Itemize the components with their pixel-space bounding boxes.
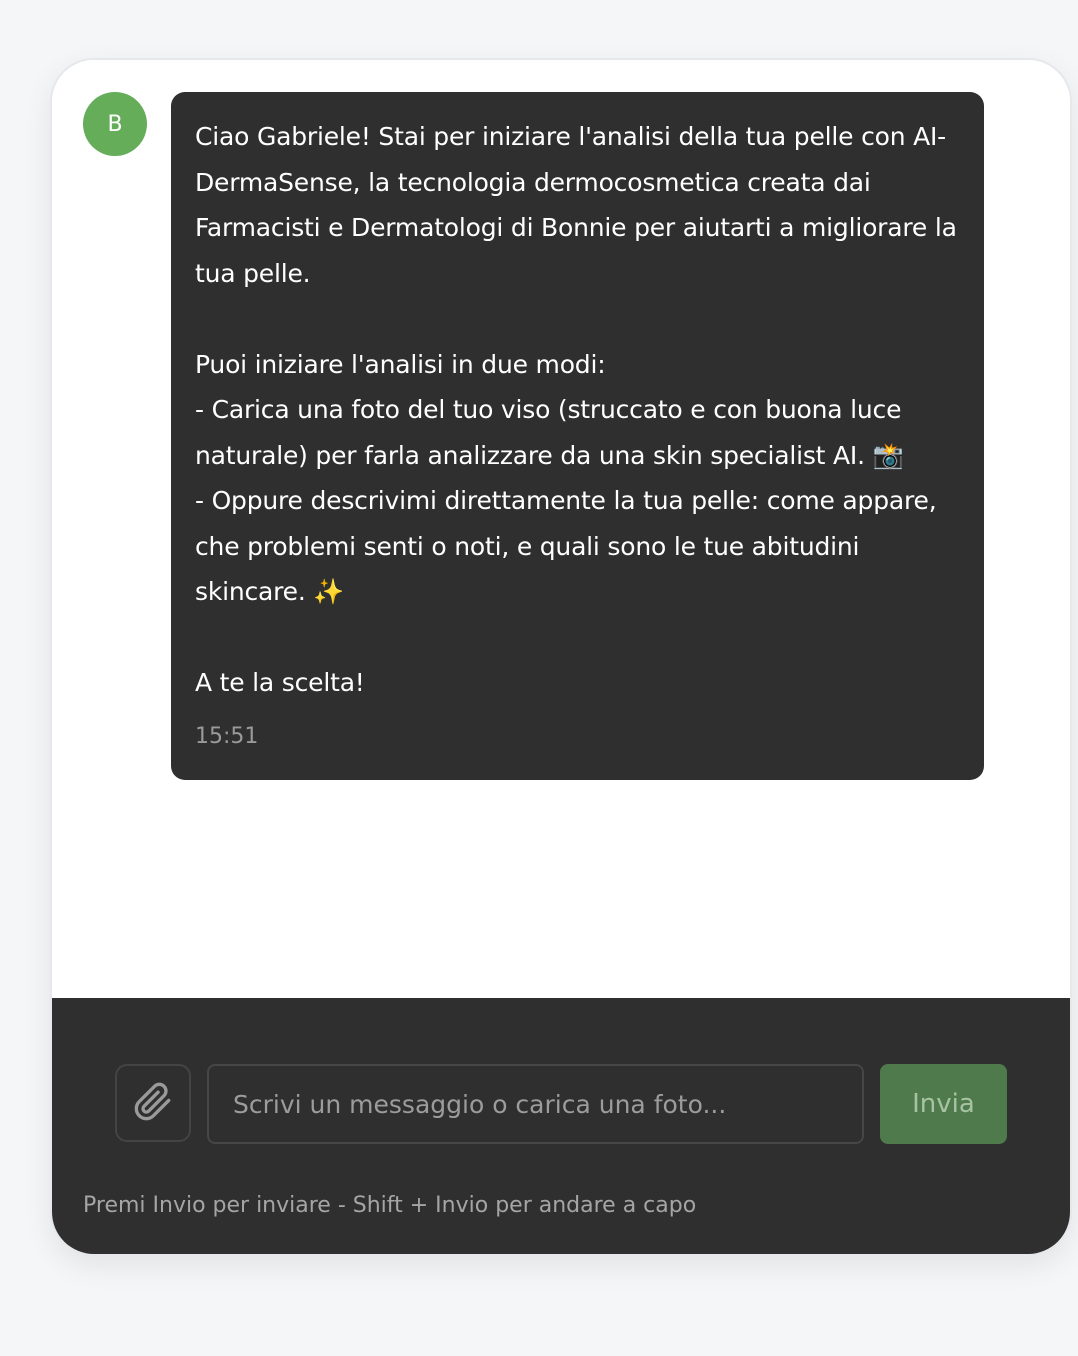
chat-window: B Ciao Gabriele! Stai per iniziare l'ana… [50,58,1072,1256]
message-list: B Ciao Gabriele! Stai per iniziare l'ana… [52,60,1070,998]
attach-photo-button[interactable] [115,1064,191,1142]
paperclip-icon [133,1082,173,1125]
message-composer: Invia Premi Invio per inviare - Shift + … [52,998,1070,1254]
send-button[interactable]: Invia [880,1064,1007,1144]
message-text: Ciao Gabriele! Stai per iniziare l'anali… [195,122,957,697]
assistant-message-bubble: Ciao Gabriele! Stai per iniziare l'anali… [171,92,984,780]
message-input[interactable] [207,1064,864,1144]
keyboard-hint: Premi Invio per inviare - Shift + Invio … [83,1193,697,1218]
message-timestamp: 15:51 [195,724,259,749]
assistant-avatar: B [83,92,147,156]
